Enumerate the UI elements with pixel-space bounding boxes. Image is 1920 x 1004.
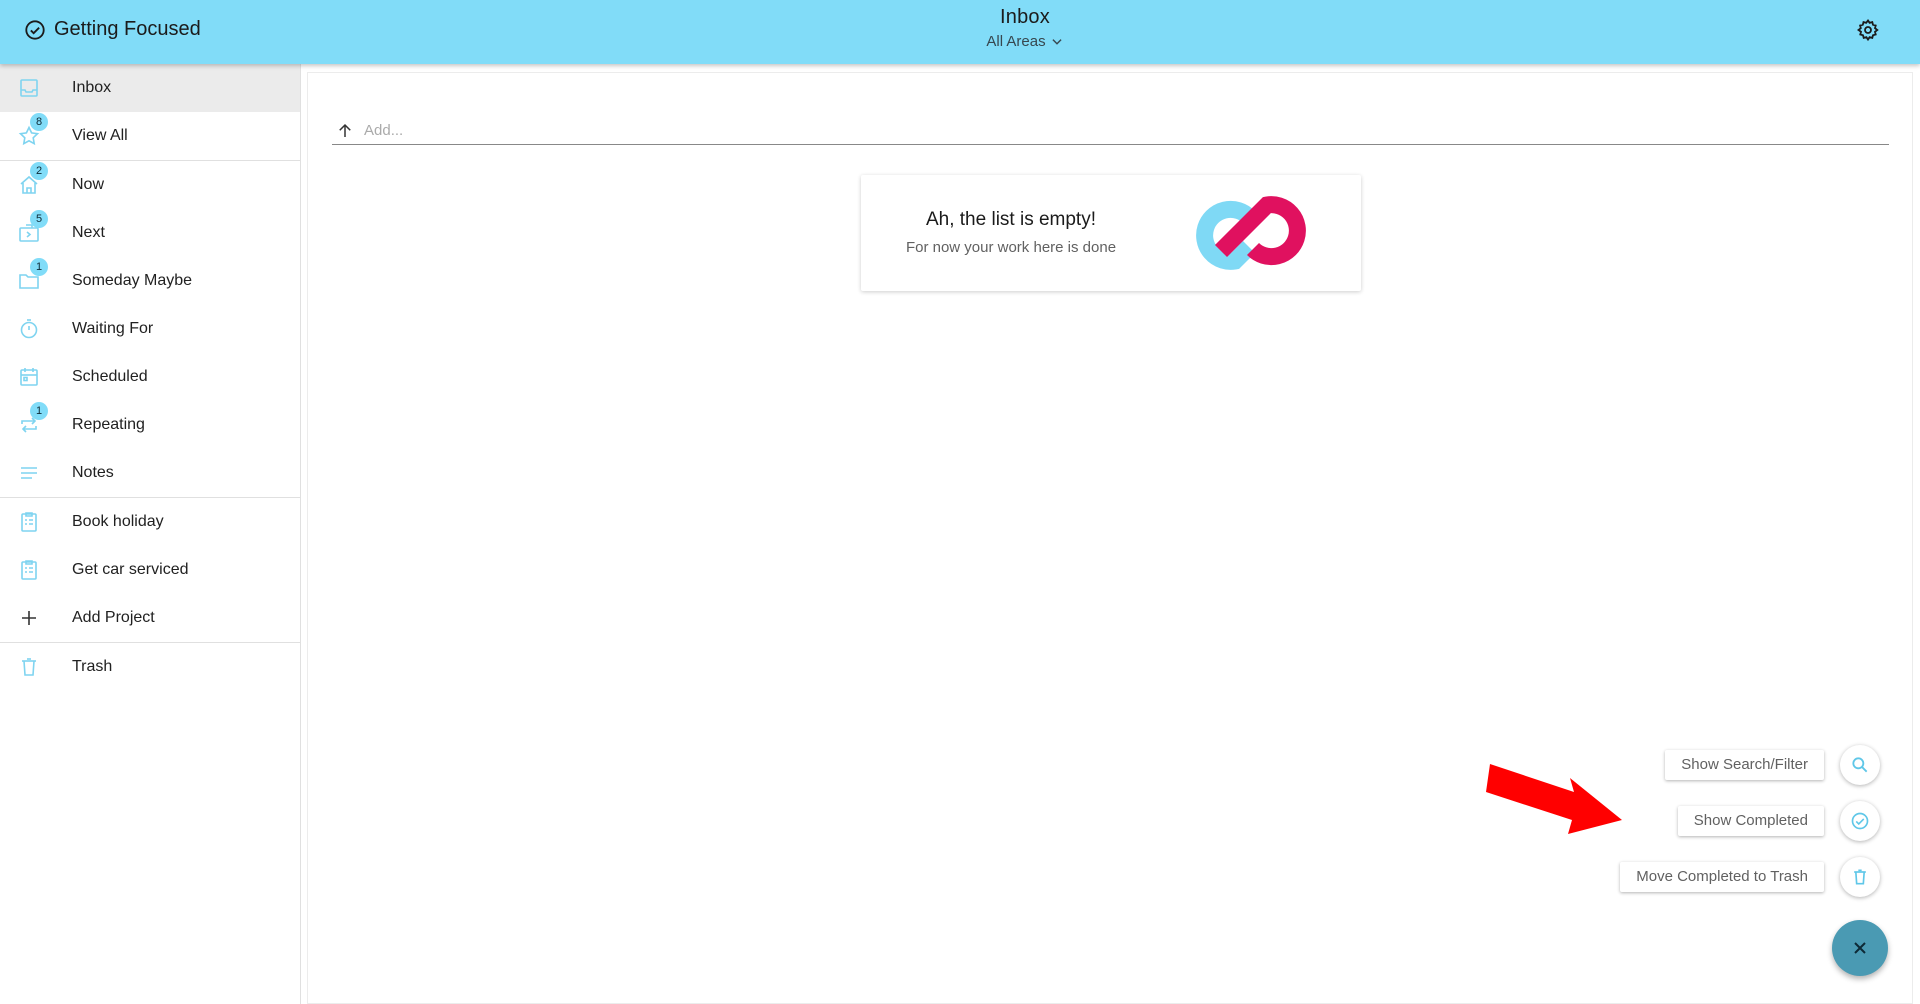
area-selector-label: All Areas	[986, 33, 1046, 50]
sidebar-item-waiting-for[interactable]: Waiting For	[0, 305, 300, 353]
empty-state-card: Ah, the list is empty! For now your work…	[861, 175, 1361, 291]
sidebar-item-label: View All	[72, 127, 128, 144]
sidebar-item-notes[interactable]: Notes	[0, 449, 300, 497]
app-logo-icon	[1196, 196, 1306, 270]
brand-name: Getting Focused	[54, 18, 201, 40]
sidebar-item-scheduled[interactable]: Scheduled	[0, 353, 300, 401]
notes-icon	[17, 461, 41, 485]
move-completed-to-trash-button[interactable]: Move Completed to Trash	[1620, 862, 1824, 892]
sidebar-item-label: Book holiday	[72, 513, 164, 530]
sidebar: Inbox 8 View All 2 Now 5 Next 1 Someday …	[0, 64, 301, 1004]
check-circle-icon	[25, 19, 45, 40]
count-badge: 5	[30, 210, 48, 228]
calendar-icon	[17, 365, 41, 389]
sidebar-item-book-holiday[interactable]: Book holiday	[0, 498, 300, 546]
add-task-input[interactable]	[364, 122, 1764, 139]
count-badge: 1	[30, 258, 48, 276]
sidebar-item-repeating[interactable]: 1 Repeating	[0, 401, 300, 449]
close-icon	[1854, 942, 1866, 954]
sidebar-item-label: Repeating	[72, 416, 145, 433]
trash-icon	[1854, 869, 1866, 885]
show-completed-button[interactable]: Show Completed	[1677, 806, 1824, 836]
speed-dial-trash: Move Completed to Trash	[1620, 857, 1880, 897]
sidebar-item-next[interactable]: 5 Next	[0, 209, 300, 257]
sidebar-item-label: Inbox	[72, 79, 112, 96]
inbox-icon	[17, 76, 41, 100]
app-bar: Getting Focused Inbox All Areas	[0, 0, 1920, 64]
page-title: Inbox	[1000, 6, 1050, 28]
completed-button[interactable]	[1840, 801, 1880, 841]
empty-state-heading: Ah, the list is empty!	[925, 209, 1096, 230]
sidebar-item-label: Now	[72, 176, 105, 193]
close-speed-dial-button[interactable]	[1832, 920, 1888, 976]
sidebar-item-label: Get car serviced	[72, 561, 189, 578]
count-badge: 2	[30, 162, 48, 180]
plus-icon	[17, 606, 41, 630]
count-badge: 8	[30, 113, 48, 131]
annotation-arrow-icon	[1486, 764, 1622, 834]
trash-button[interactable]	[1840, 857, 1880, 897]
sidebar-item-trash[interactable]: Trash	[0, 643, 300, 691]
chevron-down-icon	[1052, 38, 1062, 45]
clipboard-icon	[17, 558, 41, 582]
sidebar-item-view-all[interactable]: 8 View All	[0, 112, 300, 160]
sidebar-item-label: Waiting For	[72, 320, 154, 337]
sidebar-item-label: Notes	[72, 464, 114, 481]
sidebar-item-label: Trash	[72, 658, 113, 675]
add-task-row	[332, 117, 1889, 145]
sidebar-item-label: Someday Maybe	[72, 272, 193, 289]
sidebar-item-inbox[interactable]: Inbox	[0, 64, 300, 112]
sidebar-item-add-project[interactable]: Add Project	[0, 594, 300, 642]
sidebar-item-label: Add Project	[72, 609, 155, 626]
count-badge: 1	[30, 402, 48, 420]
sidebar-item-get-car-serviced[interactable]: Get car serviced	[0, 546, 300, 594]
clipboard-icon	[17, 510, 41, 534]
timer-icon	[17, 317, 41, 341]
sidebar-item-label: Next	[72, 224, 105, 241]
brand[interactable]: Getting Focused	[24, 18, 201, 41]
show-search-filter-button[interactable]: Show Search/Filter	[1665, 750, 1824, 780]
empty-state-subtext: For now your work here is done	[905, 239, 1117, 256]
check-circle-icon	[1851, 812, 1869, 830]
speed-dial-completed: Show Completed	[1677, 801, 1880, 841]
title-area: Inbox All Areas	[0, 6, 1920, 51]
sidebar-item-now[interactable]: 2 Now	[0, 161, 300, 209]
search-icon	[1852, 757, 1868, 773]
sidebar-item-label: Scheduled	[72, 368, 148, 385]
sidebar-item-someday-maybe[interactable]: 1 Someday Maybe	[0, 257, 300, 305]
arrow-up-icon[interactable]	[336, 122, 354, 140]
search-button[interactable]	[1840, 745, 1880, 785]
settings-gear-icon[interactable]	[1856, 18, 1880, 42]
trash-icon	[17, 655, 41, 679]
area-selector[interactable]: All Areas	[986, 33, 1063, 50]
speed-dial-search: Show Search/Filter	[1665, 745, 1880, 785]
